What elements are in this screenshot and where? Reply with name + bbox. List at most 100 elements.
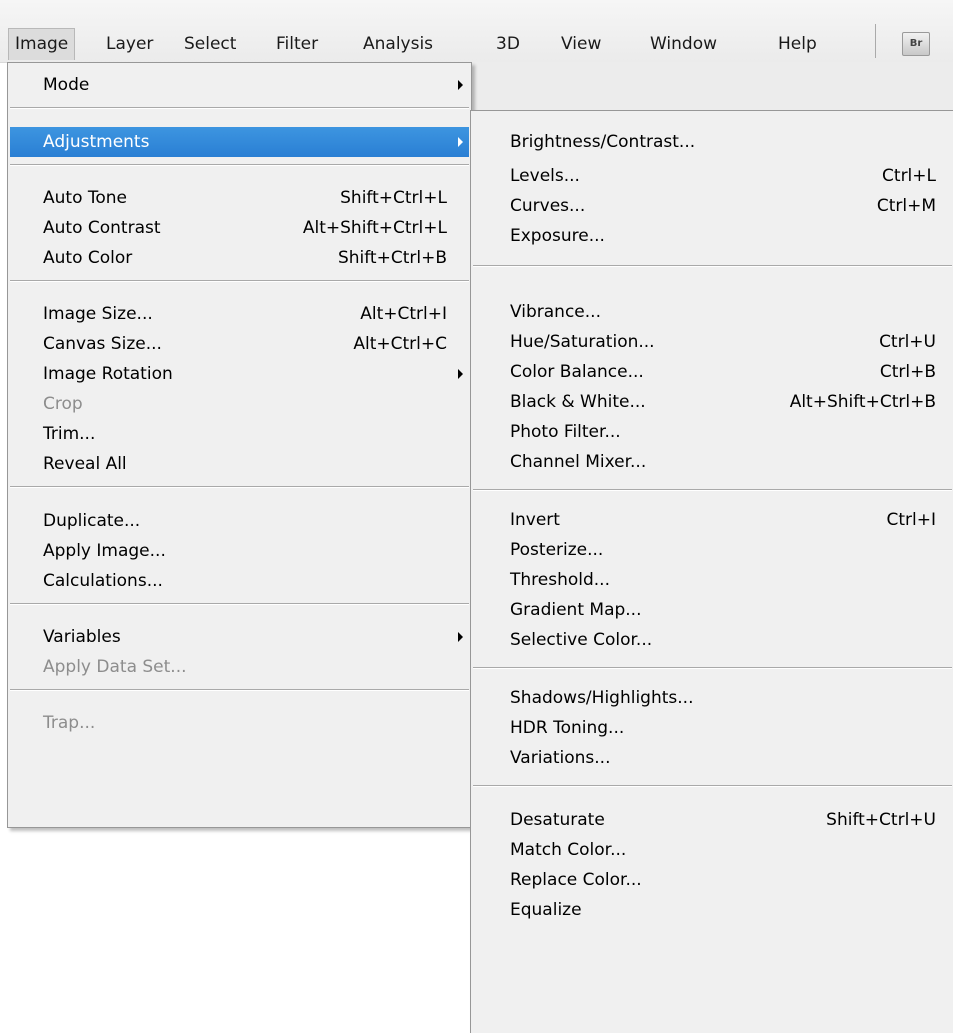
menu-item-label: Image Size...: [43, 304, 153, 324]
menu-item-duplicate[interactable]: Duplicate...: [10, 506, 469, 536]
menu-3d[interactable]: 3D: [496, 30, 520, 58]
menu-item-label: Channel Mixer...: [510, 452, 647, 472]
menu-item-trap: Trap...: [10, 708, 469, 738]
menu-item-invert[interactable]: Invert Ctrl+I: [473, 505, 952, 535]
menu-separator: [10, 689, 469, 691]
menu-item-label: Adjustments: [43, 132, 150, 152]
menu-item-posterize[interactable]: Posterize...: [473, 535, 952, 565]
menu-item-equalize[interactable]: Equalize: [473, 895, 952, 925]
menu-item-auto-contrast[interactable]: Auto Contrast Alt+Shift+Ctrl+L: [10, 213, 469, 243]
shortcut-label: Ctrl+U: [879, 332, 936, 352]
shortcut-label: Ctrl+L: [882, 166, 936, 186]
menu-layer[interactable]: Layer: [106, 30, 153, 58]
shortcut-label: Ctrl+I: [886, 510, 936, 530]
menu-item-label: Image Rotation: [43, 364, 173, 384]
menu-item-shadows-highlights[interactable]: Shadows/Highlights...: [473, 683, 952, 713]
menu-item-replace-color[interactable]: Replace Color...: [473, 865, 952, 895]
menu-item-label: Variations...: [510, 748, 611, 768]
menu-item-label: Reveal All: [43, 454, 127, 474]
menu-image[interactable]: Image: [8, 28, 76, 60]
menu-item-selective-color[interactable]: Selective Color...: [473, 625, 952, 655]
menu-separator: [10, 107, 469, 109]
submenu-arrow-icon: [458, 632, 463, 642]
menu-item-hdr-toning[interactable]: HDR Toning...: [473, 713, 952, 743]
menu-item-label: Shadows/Highlights...: [510, 688, 694, 708]
menu-item-label: Photo Filter...: [510, 422, 621, 442]
menu-filter[interactable]: Filter: [276, 30, 318, 58]
menu-item-label: Desaturate: [510, 810, 605, 830]
menu-item-auto-tone[interactable]: Auto Tone Shift+Ctrl+L: [10, 183, 469, 213]
menu-item-label: Trim...: [43, 424, 96, 444]
menu-item-match-color[interactable]: Match Color...: [473, 835, 952, 865]
menu-item-vibrance[interactable]: Vibrance...: [473, 297, 952, 327]
menu-item-photo-filter[interactable]: Photo Filter...: [473, 417, 952, 447]
menu-item-label: Selective Color...: [510, 630, 653, 650]
menu-item-trim[interactable]: Trim...: [10, 419, 469, 449]
menu-item-canvas-size[interactable]: Canvas Size... Alt+Ctrl+C: [10, 329, 469, 359]
shortcut-label: Shift+Ctrl+L: [340, 188, 447, 208]
menu-item-gradient-map[interactable]: Gradient Map...: [473, 595, 952, 625]
menu-item-hue-saturation[interactable]: Hue/Saturation... Ctrl+U: [473, 327, 952, 357]
menu-help[interactable]: Help: [778, 30, 817, 58]
menu-item-levels[interactable]: Levels... Ctrl+L: [473, 161, 952, 191]
menu-item-calculations[interactable]: Calculations...: [10, 566, 469, 596]
menu-item-variables[interactable]: Variables: [10, 622, 469, 652]
menu-item-label: Apply Data Set...: [43, 657, 187, 677]
menu-separator: [10, 280, 469, 282]
menu-item-label: Canvas Size...: [43, 334, 162, 354]
menu-item-image-size[interactable]: Image Size... Alt+Ctrl+I: [10, 299, 469, 329]
menu-item-label: Curves...: [510, 196, 586, 216]
menu-item-label: Match Color...: [510, 840, 627, 860]
menu-item-label: Apply Image...: [43, 541, 166, 561]
menu-item-label: Variables: [43, 627, 121, 647]
menu-separator: [10, 486, 469, 488]
menu-window[interactable]: Window: [650, 30, 717, 58]
menu-item-adjustments[interactable]: Adjustments: [10, 127, 469, 157]
menu-select[interactable]: Select: [184, 30, 236, 58]
menu-item-label: Threshold...: [510, 570, 610, 590]
menu-view[interactable]: View: [561, 30, 601, 58]
menu-item-label: Crop: [43, 394, 83, 414]
menu-item-label: Trap...: [43, 713, 96, 733]
menu-item-label: Calculations...: [43, 571, 163, 591]
menu-item-apply-image[interactable]: Apply Image...: [10, 536, 469, 566]
menu-item-label: Auto Tone: [43, 188, 128, 208]
menu-item-label: Invert: [510, 510, 560, 530]
menu-item-label: Posterize...: [510, 540, 604, 560]
menu-item-variations[interactable]: Variations...: [473, 743, 952, 773]
menu-item-mode[interactable]: Mode: [10, 70, 469, 100]
menu-item-image-rotation[interactable]: Image Rotation: [10, 359, 469, 389]
menu-item-channel-mixer[interactable]: Channel Mixer...: [473, 447, 952, 477]
menu-item-black-white[interactable]: Black & White... Alt+Shift+Ctrl+B: [473, 387, 952, 417]
shortcut-label: Ctrl+B: [879, 362, 936, 382]
menu-item-label: Black & White...: [510, 392, 646, 412]
menu-item-label: Mode: [43, 75, 90, 95]
menu-item-label: Duplicate...: [43, 511, 141, 531]
menu-separator: [473, 785, 952, 787]
shortcut-label: Ctrl+M: [876, 196, 936, 216]
menu-item-label: Equalize: [510, 900, 582, 920]
menu-item-label: Auto Contrast: [43, 218, 161, 238]
menu-item-brightness-contrast[interactable]: Brightness/Contrast...: [473, 127, 952, 157]
menu-item-label: Levels...: [510, 166, 580, 186]
image-menu: Mode Adjustments Auto Tone Shift+Ctrl+L …: [7, 62, 472, 828]
menu-item-color-balance[interactable]: Color Balance... Ctrl+B: [473, 357, 952, 387]
menu-separator: [473, 667, 952, 669]
menu-item-exposure[interactable]: Exposure...: [473, 221, 952, 251]
shortcut-label: Alt+Shift+Ctrl+L: [302, 218, 447, 238]
shortcut-label: Alt+Ctrl+C: [353, 334, 447, 354]
menu-analysis[interactable]: Analysis: [363, 30, 433, 58]
menu-separator: [10, 164, 469, 166]
submenu-arrow-icon: [458, 137, 463, 147]
shortcut-label: Shift+Ctrl+B: [337, 248, 447, 268]
menu-item-label: Brightness/Contrast...: [510, 132, 696, 152]
menu-item-reveal-all[interactable]: Reveal All: [10, 449, 469, 479]
menu-item-label: Exposure...: [510, 226, 605, 246]
menu-item-desaturate[interactable]: Desaturate Shift+Ctrl+U: [473, 805, 952, 835]
menu-item-threshold[interactable]: Threshold...: [473, 565, 952, 595]
menu-item-apply-data-set: Apply Data Set...: [10, 652, 469, 682]
menu-item-curves[interactable]: Curves... Ctrl+M: [473, 191, 952, 221]
menu-item-auto-color[interactable]: Auto Color Shift+Ctrl+B: [10, 243, 469, 273]
shortcut-label: Alt+Shift+Ctrl+B: [789, 392, 936, 412]
bridge-button[interactable]: Br: [902, 32, 930, 56]
